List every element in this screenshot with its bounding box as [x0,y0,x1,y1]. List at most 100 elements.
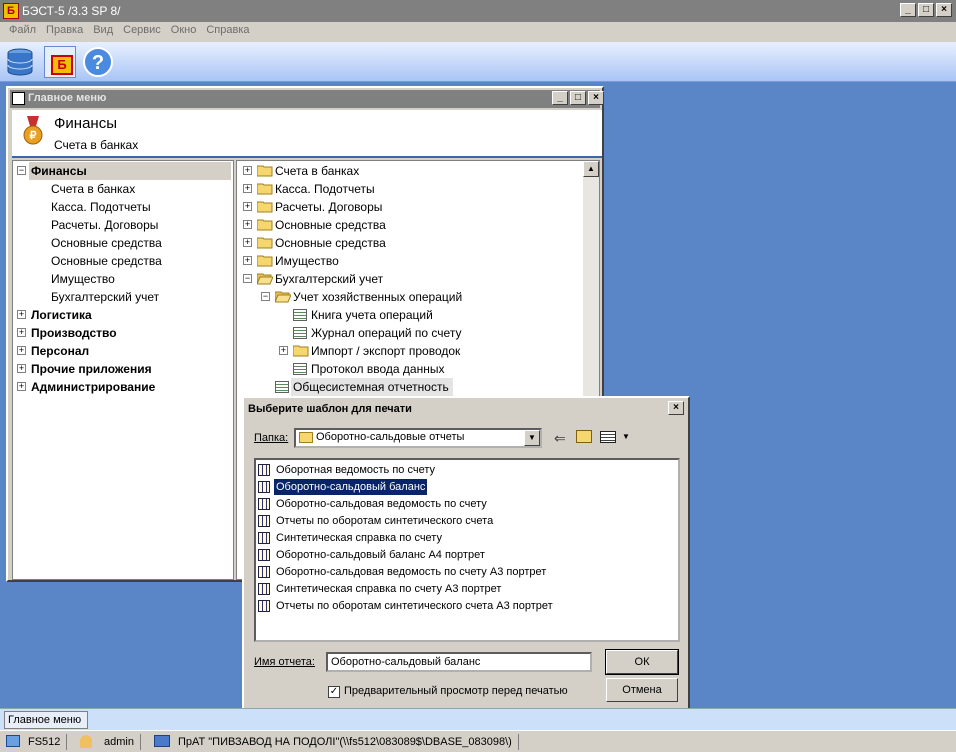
tree-toggle[interactable]: − [17,166,26,175]
main-menu-titlebar[interactable]: Главное меню _ □ × [10,90,604,108]
maximize-button[interactable]: □ [918,3,934,17]
template-icon [258,481,270,493]
tree-subitem[interactable]: Имущество [51,270,115,288]
tree-module-item[interactable]: Администрирование [31,378,155,396]
tree-toggle[interactable]: + [17,328,26,337]
menu-edit[interactable]: Правка [41,22,88,42]
menu-bar: Файл Правка Вид Сервис Окно Справка [0,22,956,42]
tree-module-item[interactable]: Финансы [29,162,231,180]
main-menu-title: Главное меню [28,92,107,104]
template-icon [258,566,270,578]
tree-toggle[interactable]: − [261,292,270,301]
tree-toggle[interactable]: + [243,202,252,211]
svg-text:?: ? [92,52,104,74]
folder-icon [293,345,309,357]
tree-subitem[interactable]: Расчеты. Договоры [51,216,158,234]
back-arrow-icon[interactable]: ⇐ [554,430,566,447]
taskbar-main-menu-button[interactable]: Главное меню [4,711,88,729]
tree-folder-item[interactable]: Касса. Подотчеты [275,180,375,198]
template-icon [258,549,270,561]
tree-folder-item[interactable]: Учет хозяйственных операций [293,288,462,306]
tree-report-item[interactable]: Журнал операций по счету [311,324,461,342]
tree-toggle[interactable]: + [17,310,26,319]
module-tree: − Финансы Счета в банках Касса. Подотчеты Ра… [12,160,234,580]
best-module-icon[interactable]: Б [44,46,76,78]
tree-module-item[interactable]: Прочие приложения [31,360,152,378]
tree-toggle[interactable]: + [243,238,252,247]
folder-icon [257,165,273,177]
menu-view[interactable]: Вид [88,22,118,42]
template-icon [258,583,270,595]
tree-module-item[interactable]: Логистика [31,306,92,324]
section-subtitle: Счета в банках [54,138,139,152]
menu-file[interactable]: Файл [4,22,41,42]
template-label: Оборотно-сальдовый баланс [272,478,429,496]
tree-folder-item[interactable]: Основные средства [275,234,386,252]
folder-select[interactable]: Оборотно-сальдовые отчеты ▼ [294,428,542,448]
minimize-button[interactable]: _ [900,3,916,17]
tree-subitem[interactable]: Касса. Подотчеты [51,198,151,216]
child-maximize-button[interactable]: □ [570,91,586,105]
tree-toggle[interactable]: + [279,346,288,355]
tree-folder-item[interactable]: Счета в банках [275,162,359,180]
tree-toggle[interactable]: + [243,166,252,175]
status-bar: FS512 admin ПрАТ "ПИВЗАВОД НА ПОДОЛІ"(\\… [0,730,956,752]
preview-checkbox[interactable]: ✓ [328,686,340,698]
folder-icon [257,255,273,267]
ok-button[interactable]: ОК [605,649,679,675]
template-list[interactable]: Оборотная ведомость по счету Оборотно-сал… [254,458,680,642]
menu-window[interactable]: Окно [166,22,202,42]
view-dropdown-icon[interactable]: ▼ [622,432,630,441]
tree-folder-item[interactable]: Расчеты. Договоры [275,198,382,216]
tree-module-item[interactable]: Персонал [31,342,89,360]
tree-toggle[interactable]: + [243,256,252,265]
tree-report-item[interactable]: Книга учета операций [311,306,433,324]
tree-toggle[interactable]: + [17,364,26,373]
window-taskbar: Главное меню [0,708,956,730]
up-folder-icon[interactable] [576,430,592,443]
tree-folder-item[interactable]: Бухгалтерский учет [275,270,383,288]
cancel-button[interactable]: Отмена [606,678,678,702]
child-close-button[interactable]: × [588,91,604,105]
status-user: admin [98,734,141,750]
template-icon [258,600,270,612]
folder-value: Оборотно-сальдовые отчеты [316,431,465,443]
tree-toggle[interactable]: + [17,382,26,391]
dialog-close-button[interactable]: × [668,401,684,415]
menu-help[interactable]: Справка [201,22,254,42]
tree-subitem[interactable]: Бухгалтерский учет [51,288,159,306]
tree-subitem[interactable]: Основные средства [51,234,162,252]
report-icon [293,309,307,321]
tree-folder-item[interactable]: Имущество [275,252,339,270]
menu-service[interactable]: Сервис [118,22,166,42]
tree-folder-item[interactable]: Импорт / экспорт проводок [311,342,460,360]
view-menu-icon[interactable] [600,431,616,443]
child-minimize-button[interactable]: _ [552,91,568,105]
report-icon [293,327,307,339]
report-name-input[interactable]: Оборотно-сальдовый баланс [326,652,592,672]
status-company: ПрАТ "ПИВЗАВОД НА ПОДОЛІ"(\\fs512\083089… [172,734,519,750]
folder-icon [257,219,273,231]
tree-toggle[interactable]: + [17,346,26,355]
tree-toggle[interactable]: + [243,184,252,193]
tree-folder-item[interactable]: Основные средства [275,216,386,234]
tree-subitem[interactable]: Основные средства [51,252,162,270]
tree-toggle[interactable]: + [243,220,252,229]
tree-module-item[interactable]: Производство [31,324,117,342]
dialog-titlebar[interactable]: Выберите шаблон для печати × [246,400,686,418]
window-icon [12,92,25,105]
preview-label: Предварительный просмотр перед печатью [344,685,568,697]
tree-toggle[interactable]: − [243,274,252,283]
server-icon [6,735,20,747]
folder-open-icon [257,273,273,285]
app-titlebar[interactable]: Б БЭСТ-5 /3.3 SP 8/ _ □ × [0,0,956,22]
chevron-down-icon[interactable]: ▼ [524,430,540,446]
tree-subitem[interactable]: Счета в банках [51,180,135,198]
help-icon[interactable]: ? [82,46,114,78]
database-icon[interactable] [4,46,36,78]
close-button[interactable]: × [936,3,952,17]
folder-icon [257,201,273,213]
tree-report-item[interactable]: Общесистемная отчетность [291,378,453,396]
tree-report-item[interactable]: Протокол ввода данных [311,360,444,378]
scroll-up-arrow[interactable]: ▲ [583,161,599,177]
